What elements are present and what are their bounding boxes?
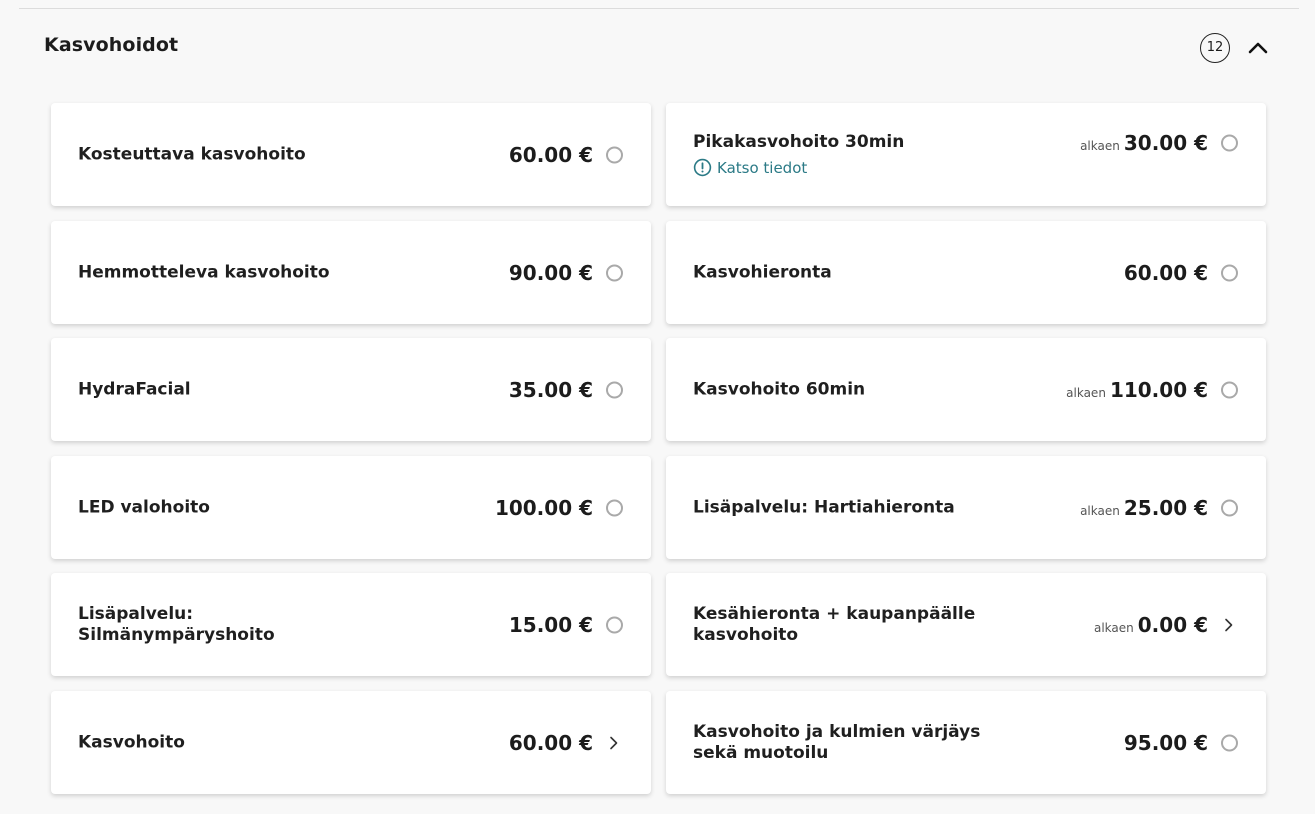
service-card[interactable]: Kosteuttava kasvohoito 60.00 € xyxy=(51,103,651,206)
service-name: Kasvohoito ja kulmien värjäys sekä muoto… xyxy=(693,721,981,763)
service-price: 15.00 € xyxy=(508,612,593,637)
price-group: alkaen 110.00 € xyxy=(1066,378,1208,402)
from-label: alkaen xyxy=(1066,385,1106,400)
service-price: 0.00 € xyxy=(1137,612,1208,637)
from-label: alkaen xyxy=(1093,620,1134,635)
count-badge: 12 xyxy=(1200,33,1230,63)
service-card[interactable]: Lisäpalvelu: Hartiahieronta alkaen 25.00 € xyxy=(666,456,1266,559)
top-divider xyxy=(19,8,1299,9)
select-radio[interactable] xyxy=(1221,734,1238,751)
service-name: Kesähieronta + kaupanpäälle kasvohoito xyxy=(693,603,976,645)
from-label: alkaen xyxy=(1080,139,1120,153)
service-card[interactable]: Kasvohoito 60.00 € xyxy=(51,691,651,794)
service-name: Kosteuttava kasvohoito xyxy=(78,144,306,164)
service-name: Kasvohoito xyxy=(78,732,185,752)
service-price: 30.00 € xyxy=(1123,131,1208,155)
service-price: 60.00 € xyxy=(508,730,593,755)
service-card[interactable]: Kasvohoito 60min alkaen 110.00 € xyxy=(666,338,1266,441)
service-card[interactable]: HydraFacial 35.00 € xyxy=(51,338,651,441)
service-card[interactable]: Kasvohieronta 60.00 € xyxy=(666,221,1266,324)
price-group: 15.00 € xyxy=(509,613,593,637)
section-title: Kasvohoidot xyxy=(44,34,179,56)
service-price: 100.00 € xyxy=(494,495,593,520)
service-card[interactable]: Hemmotteleva kasvohoito 90.00 € xyxy=(51,221,651,324)
service-card[interactable]: Kasvohoito ja kulmien värjäys sekä muoto… xyxy=(666,691,1266,794)
select-radio[interactable] xyxy=(606,264,623,281)
service-price: 110.00 € xyxy=(1109,377,1208,402)
price-group: 60.00 € xyxy=(509,143,593,167)
from-label: alkaen xyxy=(1080,503,1120,518)
details-link[interactable]: Katso tiedot xyxy=(693,158,807,177)
price-group: 90.00 € xyxy=(509,261,593,285)
price-group: 95.00 € xyxy=(1124,731,1208,755)
select-radio[interactable] xyxy=(1221,381,1238,398)
service-name: HydraFacial xyxy=(78,379,191,399)
price-group: alkaen 0.00 € xyxy=(1094,613,1208,637)
chevron-right-icon[interactable] xyxy=(1222,618,1236,632)
price-group: alkaen 25.00 € xyxy=(1080,496,1208,520)
service-card[interactable]: LED valohoito 100.00 € xyxy=(51,456,651,559)
service-price: 90.00 € xyxy=(508,260,593,285)
price-group: 35.00 € xyxy=(509,378,593,402)
price-group: 60.00 € xyxy=(1124,261,1208,285)
section-header[interactable]: Kasvohoidot 12 xyxy=(44,30,1270,66)
service-price: 60.00 € xyxy=(1123,260,1208,285)
select-radio[interactable] xyxy=(606,616,623,633)
select-radio[interactable] xyxy=(606,499,623,516)
service-name: Lisäpalvelu: Silmänympäryshoito xyxy=(78,603,275,645)
service-card[interactable]: Pikakasvohoito 30min Katso tiedot alkaen 30… xyxy=(666,103,1266,206)
select-radio[interactable] xyxy=(1221,499,1238,516)
select-radio[interactable] xyxy=(1221,264,1238,281)
details-link-label: Katso tiedot xyxy=(717,158,808,177)
service-name: Hemmotteleva kasvohoito xyxy=(78,262,330,282)
info-circle-icon xyxy=(693,158,712,177)
service-card[interactable]: Lisäpalvelu: Silmänympäryshoito 15.00 € xyxy=(51,573,651,676)
service-price: 60.00 € xyxy=(508,142,593,167)
service-name: Lisäpalvelu: Hartiahieronta xyxy=(693,497,955,517)
price-group: 100.00 € xyxy=(495,496,593,520)
service-price: 95.00 € xyxy=(1123,730,1208,755)
price-group: 60.00 € xyxy=(509,731,593,755)
service-name: Kasvohieronta xyxy=(693,262,832,282)
select-radio[interactable] xyxy=(606,146,623,163)
chevron-up-icon[interactable] xyxy=(1247,37,1269,59)
service-name: Pikakasvohoito 30min xyxy=(693,132,905,152)
service-price: 25.00 € xyxy=(1123,495,1208,520)
chevron-right-icon[interactable] xyxy=(607,736,621,750)
service-name: LED valohoito xyxy=(78,497,210,517)
price-group: alkaen 30.00 € xyxy=(1080,131,1208,155)
service-price: 35.00 € xyxy=(508,377,593,402)
select-radio[interactable] xyxy=(1221,134,1238,152)
service-name: Kasvohoito 60min xyxy=(693,379,866,399)
select-radio[interactable] xyxy=(606,381,623,398)
service-card[interactable]: Kesähieronta + kaupanpäälle kasvohoito al… xyxy=(666,573,1266,676)
